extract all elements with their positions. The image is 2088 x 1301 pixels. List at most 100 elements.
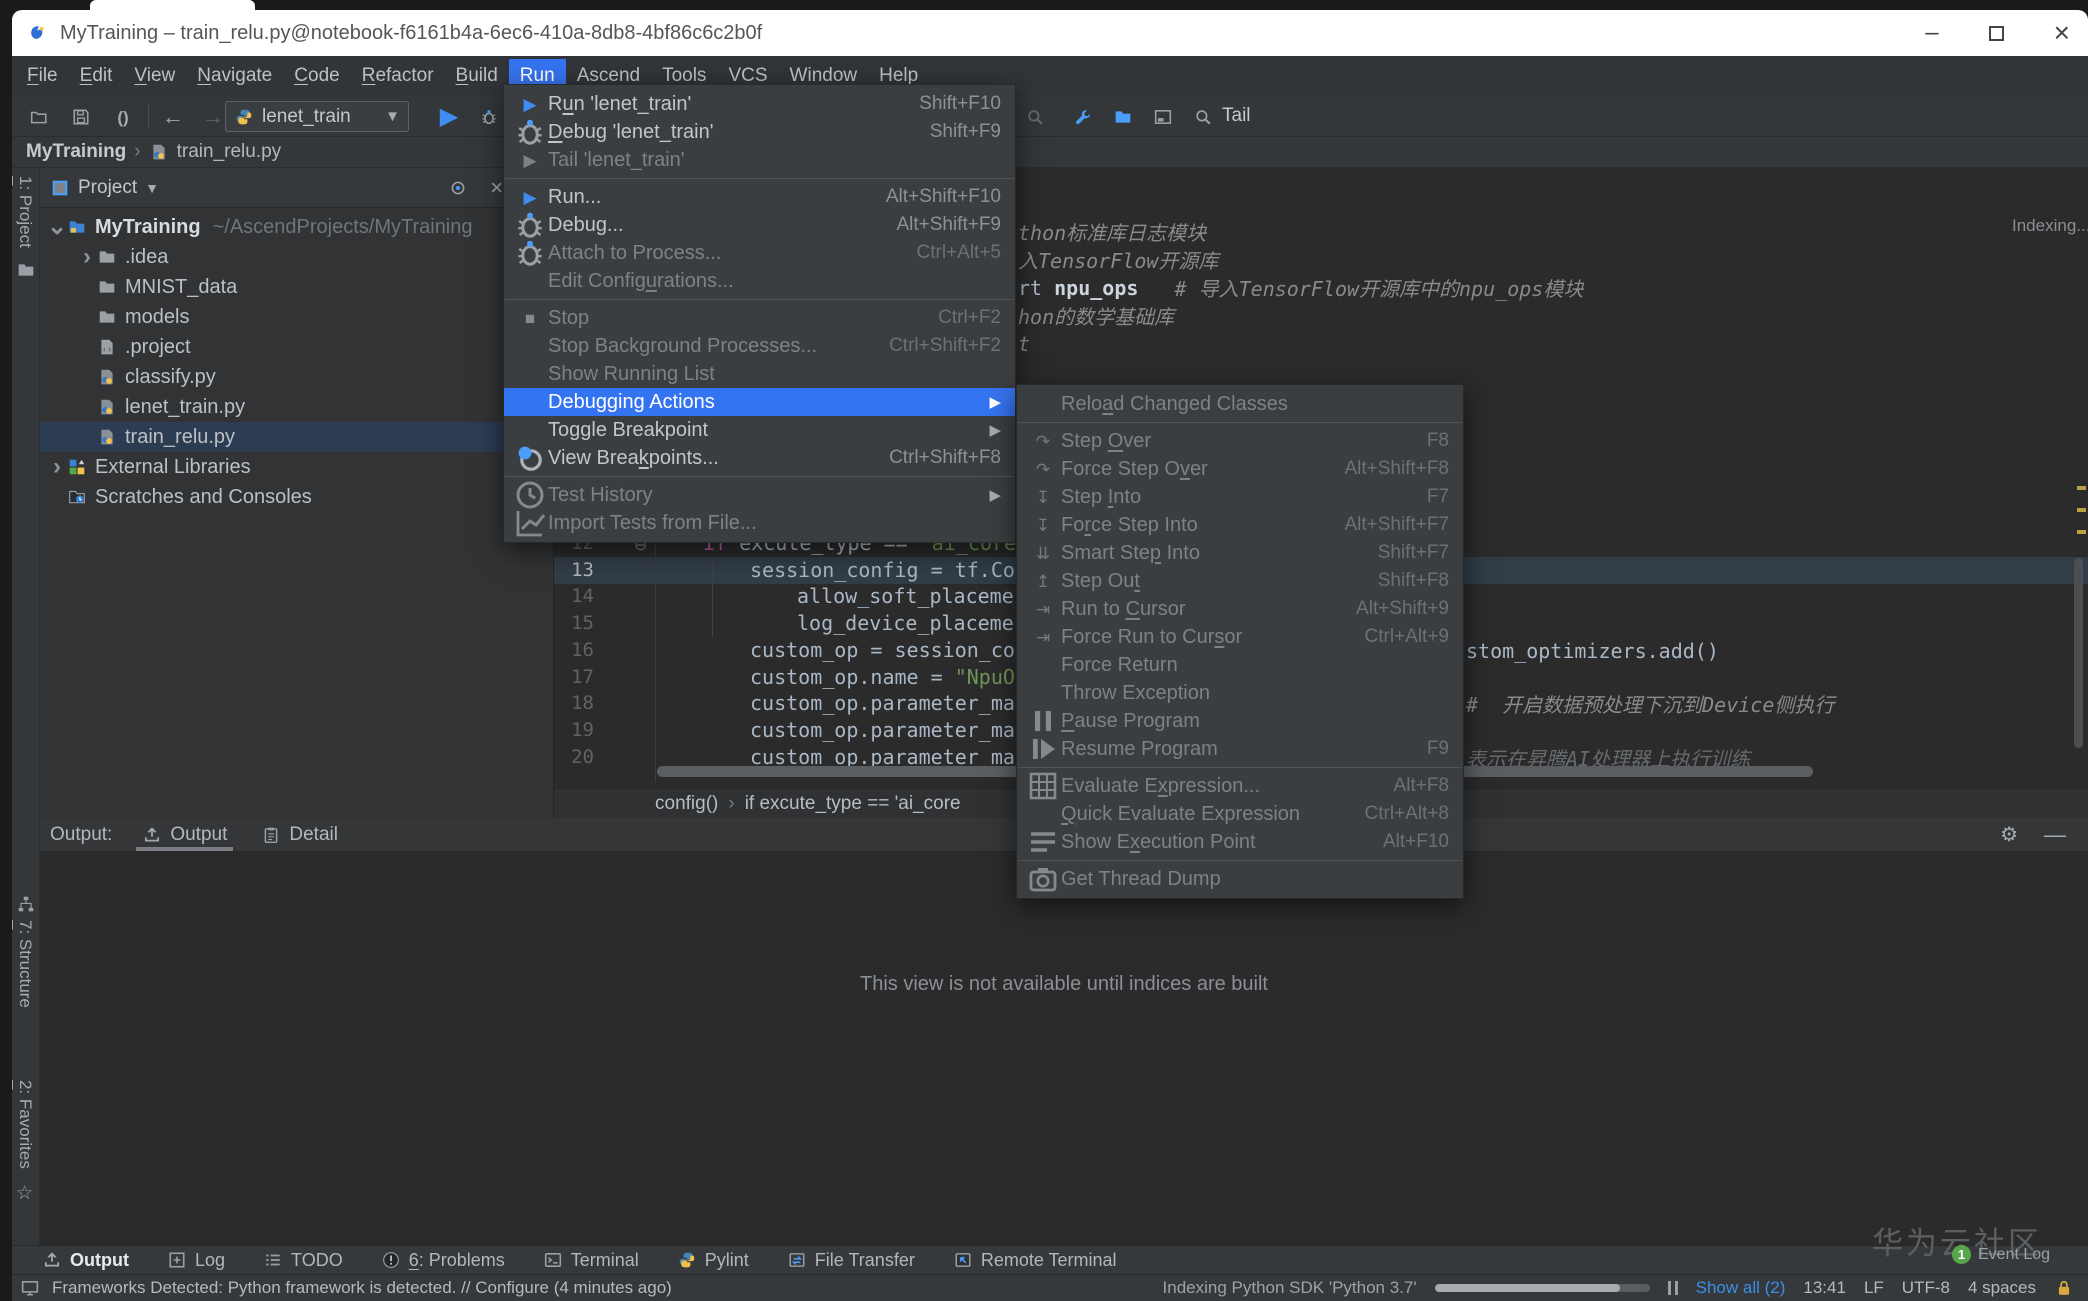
save-icon[interactable] — [68, 104, 94, 130]
menu-item-view-breakpoints[interactable]: View Breakpoints...Ctrl+Shift+F8 — [504, 444, 1015, 472]
sync-icon[interactable]: () — [110, 104, 136, 130]
menu-item-label: Throw Exception — [1061, 682, 1210, 705]
deploy-folder-icon[interactable] — [1110, 104, 1136, 130]
show-all-link[interactable]: Show all (2) — [1696, 1278, 1786, 1298]
menubar-item-navigate[interactable]: Navigate — [186, 59, 283, 93]
tree-item-scratches-and-consoles[interactable]: Scratches and Consoles — [40, 482, 553, 512]
line-separator-widget[interactable]: LF — [1864, 1278, 1884, 1298]
vertical-scrollbar[interactable] — [2074, 558, 2083, 748]
tree-item-idea[interactable]: ›.idea — [40, 242, 553, 272]
locate-icon[interactable] — [448, 178, 468, 198]
forward-icon[interactable]: → — [200, 104, 226, 130]
tab-output[interactable]: Output — [142, 818, 227, 851]
tree-item-mytraining[interactable]: ⌄MyTraining~/AscendProjects/MyTraining — [40, 212, 553, 242]
gutter-line-number[interactable]: 13 — [554, 559, 594, 581]
menubar-item-edit[interactable]: Edit — [69, 59, 124, 93]
event-log-widget[interactable]: 1 Event Log — [1952, 1245, 2050, 1264]
star-icon[interactable]: ☆ — [16, 1184, 33, 1203]
close-button[interactable]: × — [2054, 19, 2070, 47]
tree-item-project[interactable]: .project — [40, 332, 553, 362]
sidebar-item-project[interactable]: 1: Project — [15, 176, 35, 248]
indent-widget[interactable]: 4 spaces — [1968, 1278, 2036, 1298]
back-icon[interactable]: ← — [160, 104, 186, 130]
menu-item-debug-lenet-train[interactable]: Debug 'lenet_train'Shift+F9 — [504, 118, 1015, 146]
settings-wrench-icon[interactable] — [1070, 104, 1096, 130]
editor-overlay-line-1[interactable]: thon标准库日志模块 — [1018, 218, 1206, 245]
toolwindow-button-log[interactable]: Log — [167, 1250, 225, 1271]
toolwindow-button-file-transfer[interactable]: File Transfer — [787, 1250, 915, 1271]
toolwindow-button-terminal[interactable]: Terminal — [543, 1250, 639, 1271]
collapse-all-icon[interactable]: × — [490, 177, 503, 199]
editor-overlay-line-3[interactable]: rt npu_ops # 导入TensorFlow开源库中的npu_ops模块 — [1018, 274, 1583, 301]
editor-overlay-line-2[interactable]: 入TensorFlow开源库 — [1018, 246, 1218, 273]
toolwindow-button-6-problems[interactable]: 6: Problems — [381, 1250, 505, 1271]
folder-icon[interactable] — [16, 260, 36, 280]
hide-panel-icon[interactable]: — — [2044, 824, 2066, 846]
menu-item-run-lenet-train[interactable]: ▶Run 'lenet_train'Shift+F10 — [504, 90, 1015, 118]
menubar-item-file[interactable]: File — [16, 59, 69, 93]
editor-right-line-2[interactable]: # 开启数据预处理下沉到Device侧执行 — [1466, 690, 1834, 717]
menu-item-debug[interactable]: Debug...Alt+Shift+F9 — [504, 211, 1015, 239]
tree-item-classify-py[interactable]: classify.py — [40, 362, 553, 392]
encoding-widget[interactable]: UTF-8 — [1902, 1278, 1950, 1298]
editor-overlay-line-4[interactable]: hon的数学基础库 — [1018, 302, 1174, 329]
sidebar-item-structure[interactable]: 7: Structure — [15, 920, 35, 1008]
menu-item-debugging-actions[interactable]: Debugging Actions▶ — [504, 388, 1015, 416]
debug-button[interactable] — [476, 104, 502, 130]
search-everywhere-icon[interactable] — [1022, 104, 1048, 130]
menubar-item-build[interactable]: Build — [445, 59, 509, 93]
toolwindow-button-label: Output — [70, 1250, 129, 1271]
run-configuration-select[interactable]: lenet_train ▼ — [225, 101, 409, 132]
toolwindow-button-pylint[interactable]: Pylint — [677, 1250, 749, 1271]
minimize-button[interactable]: – — [1925, 21, 1938, 45]
step-over-icon: ↷ — [1027, 433, 1059, 450]
title-bar[interactable]: MyTraining – train_relu.py@notebook-f616… — [12, 10, 2088, 56]
find-icon[interactable] — [1190, 104, 1216, 130]
tree-item-train-relu-py[interactable]: train_relu.py — [40, 422, 553, 452]
sidebar-item-favorites[interactable]: 2: Favorites — [15, 1080, 35, 1169]
gutter-line-number[interactable]: 14 — [554, 585, 594, 607]
breadcrumb-file[interactable]: train_relu.py — [177, 141, 282, 163]
open-folder-icon[interactable] — [26, 104, 52, 130]
tab-detail[interactable]: Detail — [261, 818, 338, 851]
window-frame-icon[interactable] — [1150, 104, 1176, 130]
editor-overlay-line-5[interactable]: t — [1018, 330, 1030, 357]
menu-item-label: Show Execution Point — [1061, 831, 1256, 854]
breadcrumb-project[interactable]: MyTraining — [26, 141, 126, 163]
menu-item-toggle-breakpoint[interactable]: Toggle Breakpoint▶ — [504, 416, 1015, 444]
gutter-line-number[interactable]: 17 — [554, 666, 594, 688]
chevron-down-icon[interactable]: ▼ — [145, 180, 159, 196]
menu-item-run[interactable]: ▶Run...Alt+Shift+F10 — [504, 183, 1015, 211]
gutter-line-number[interactable]: 18 — [554, 692, 594, 714]
run-button[interactable]: ▶ — [436, 104, 462, 130]
menubar-item-view[interactable]: View — [123, 59, 186, 93]
tree-item-models[interactable]: models — [40, 302, 553, 332]
editor-right-line-1[interactable]: stom_optimizers.add() — [1466, 637, 1719, 664]
gutter-line-number[interactable]: 20 — [554, 746, 594, 768]
tree-item-lenet-train-py[interactable]: lenet_train.py — [40, 392, 553, 422]
lock-icon[interactable] — [2054, 1278, 2074, 1298]
code-text: session_config = tf.Co — [750, 558, 1015, 582]
project-panel-title[interactable]: Project — [78, 177, 137, 199]
tree-item-external-libraries[interactable]: ›External Libraries — [40, 452, 553, 482]
clock-widget[interactable]: 13:41 — [1803, 1278, 1846, 1298]
submenu-item-force-step-over: ↷Force Step OverAlt+Shift+F8 — [1017, 455, 1463, 483]
gutter-line-number[interactable]: 19 — [554, 719, 594, 741]
toolwindow-button-remote-terminal[interactable]: Remote Terminal — [953, 1250, 1117, 1271]
toolwindow-button-output[interactable]: Output — [42, 1250, 129, 1271]
toolwindow-button-todo[interactable]: TODO — [263, 1250, 343, 1271]
menubar-item-code[interactable]: Code — [283, 59, 350, 93]
structure-icon[interactable] — [16, 894, 36, 914]
tail-label[interactable]: Tail — [1222, 105, 1251, 127]
breadcrumb-item[interactable]: if excute_type == 'ai_core — [745, 793, 961, 815]
breadcrumb-item[interactable]: config() — [655, 793, 718, 815]
monitor-icon[interactable] — [20, 1278, 40, 1298]
maximize-button[interactable] — [1989, 26, 2004, 41]
tree-item-mnist-data[interactable]: MNIST_data — [40, 272, 553, 302]
gear-icon[interactable]: ⚙ — [2000, 825, 2018, 845]
status-message[interactable]: Frameworks Detected: Python framework is… — [52, 1278, 672, 1298]
gutter-line-number[interactable]: 15 — [554, 612, 594, 634]
pause-indexing-icon[interactable] — [1668, 1281, 1678, 1295]
menubar-item-refactor[interactable]: Refactor — [351, 59, 445, 93]
gutter-line-number[interactable]: 16 — [554, 639, 594, 661]
